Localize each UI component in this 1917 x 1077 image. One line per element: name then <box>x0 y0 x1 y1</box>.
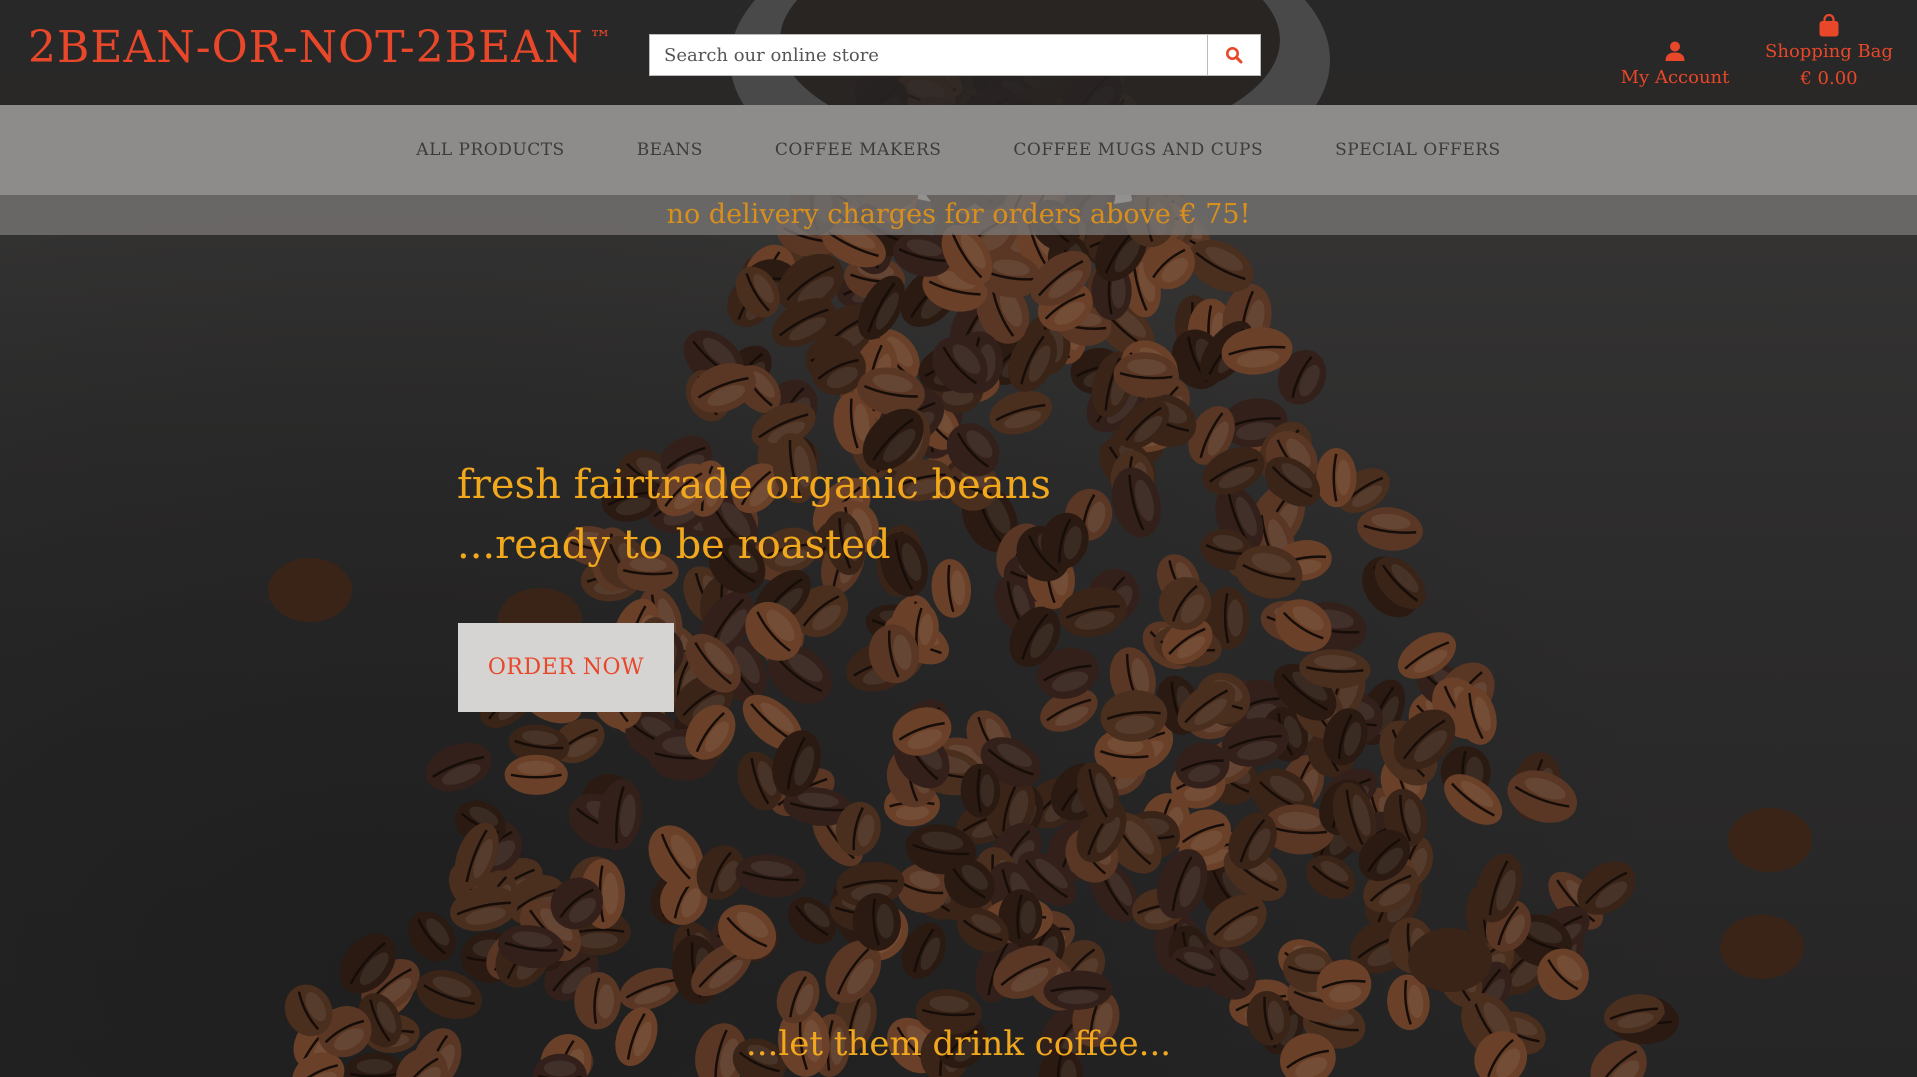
search-input[interactable] <box>649 34 1207 76</box>
my-account-label: My Account <box>1620 67 1730 88</box>
shopping-bag-icon <box>1762 13 1896 38</box>
nav-item-coffee-makers[interactable]: COFFEE MAKERS <box>775 140 942 160</box>
search-bar <box>649 34 1261 76</box>
nav-item-special-offers[interactable]: SPECIAL OFFERS <box>1335 140 1501 160</box>
hero-tagline: ...let them drink coffee... <box>745 1024 1172 1064</box>
shopping-bag-label: Shopping Bag <box>1765 41 1893 62</box>
shopping-bag-link[interactable]: Shopping Bag € 0.00 <box>1762 13 1896 92</box>
hero-line-1: fresh fairtrade organic beans <box>457 462 1051 508</box>
search-icon <box>1226 47 1243 64</box>
logo-text: 2BEAN-OR-NOT-2BEAN <box>28 22 584 73</box>
promo-banner: no delivery charges for orders above € 7… <box>0 195 1917 235</box>
nav-item-coffee-mugs-and-cups[interactable]: COFFEE MUGS AND CUPS <box>1013 140 1263 160</box>
my-account-link[interactable]: My Account <box>1612 40 1738 91</box>
hero-line-2: ...ready to be roasted <box>457 522 891 568</box>
main-navigation: ALL PRODUCTS BEANS COFFEE MAKERS COFFEE … <box>0 105 1917 195</box>
nav-item-all-products[interactable]: ALL PRODUCTS <box>416 140 564 160</box>
shopping-bag-total: € 0.00 <box>1800 68 1858 89</box>
search-button[interactable] <box>1207 34 1261 76</box>
user-icon <box>1612 40 1738 64</box>
trademark-symbol: ™ <box>589 27 613 53</box>
order-now-button[interactable]: ORDER NOW <box>458 623 674 712</box>
promo-text: no delivery charges for orders above € 7… <box>666 199 1251 230</box>
site-logo[interactable]: 2BEAN-OR-NOT-2BEAN ™ <box>28 22 613 73</box>
hero-heading: fresh fairtrade organic beans ...ready t… <box>457 455 1051 575</box>
nav-item-beans[interactable]: BEANS <box>637 140 703 160</box>
site-header: 2BEAN-OR-NOT-2BEAN™ My Account Shopping <box>0 0 1917 105</box>
